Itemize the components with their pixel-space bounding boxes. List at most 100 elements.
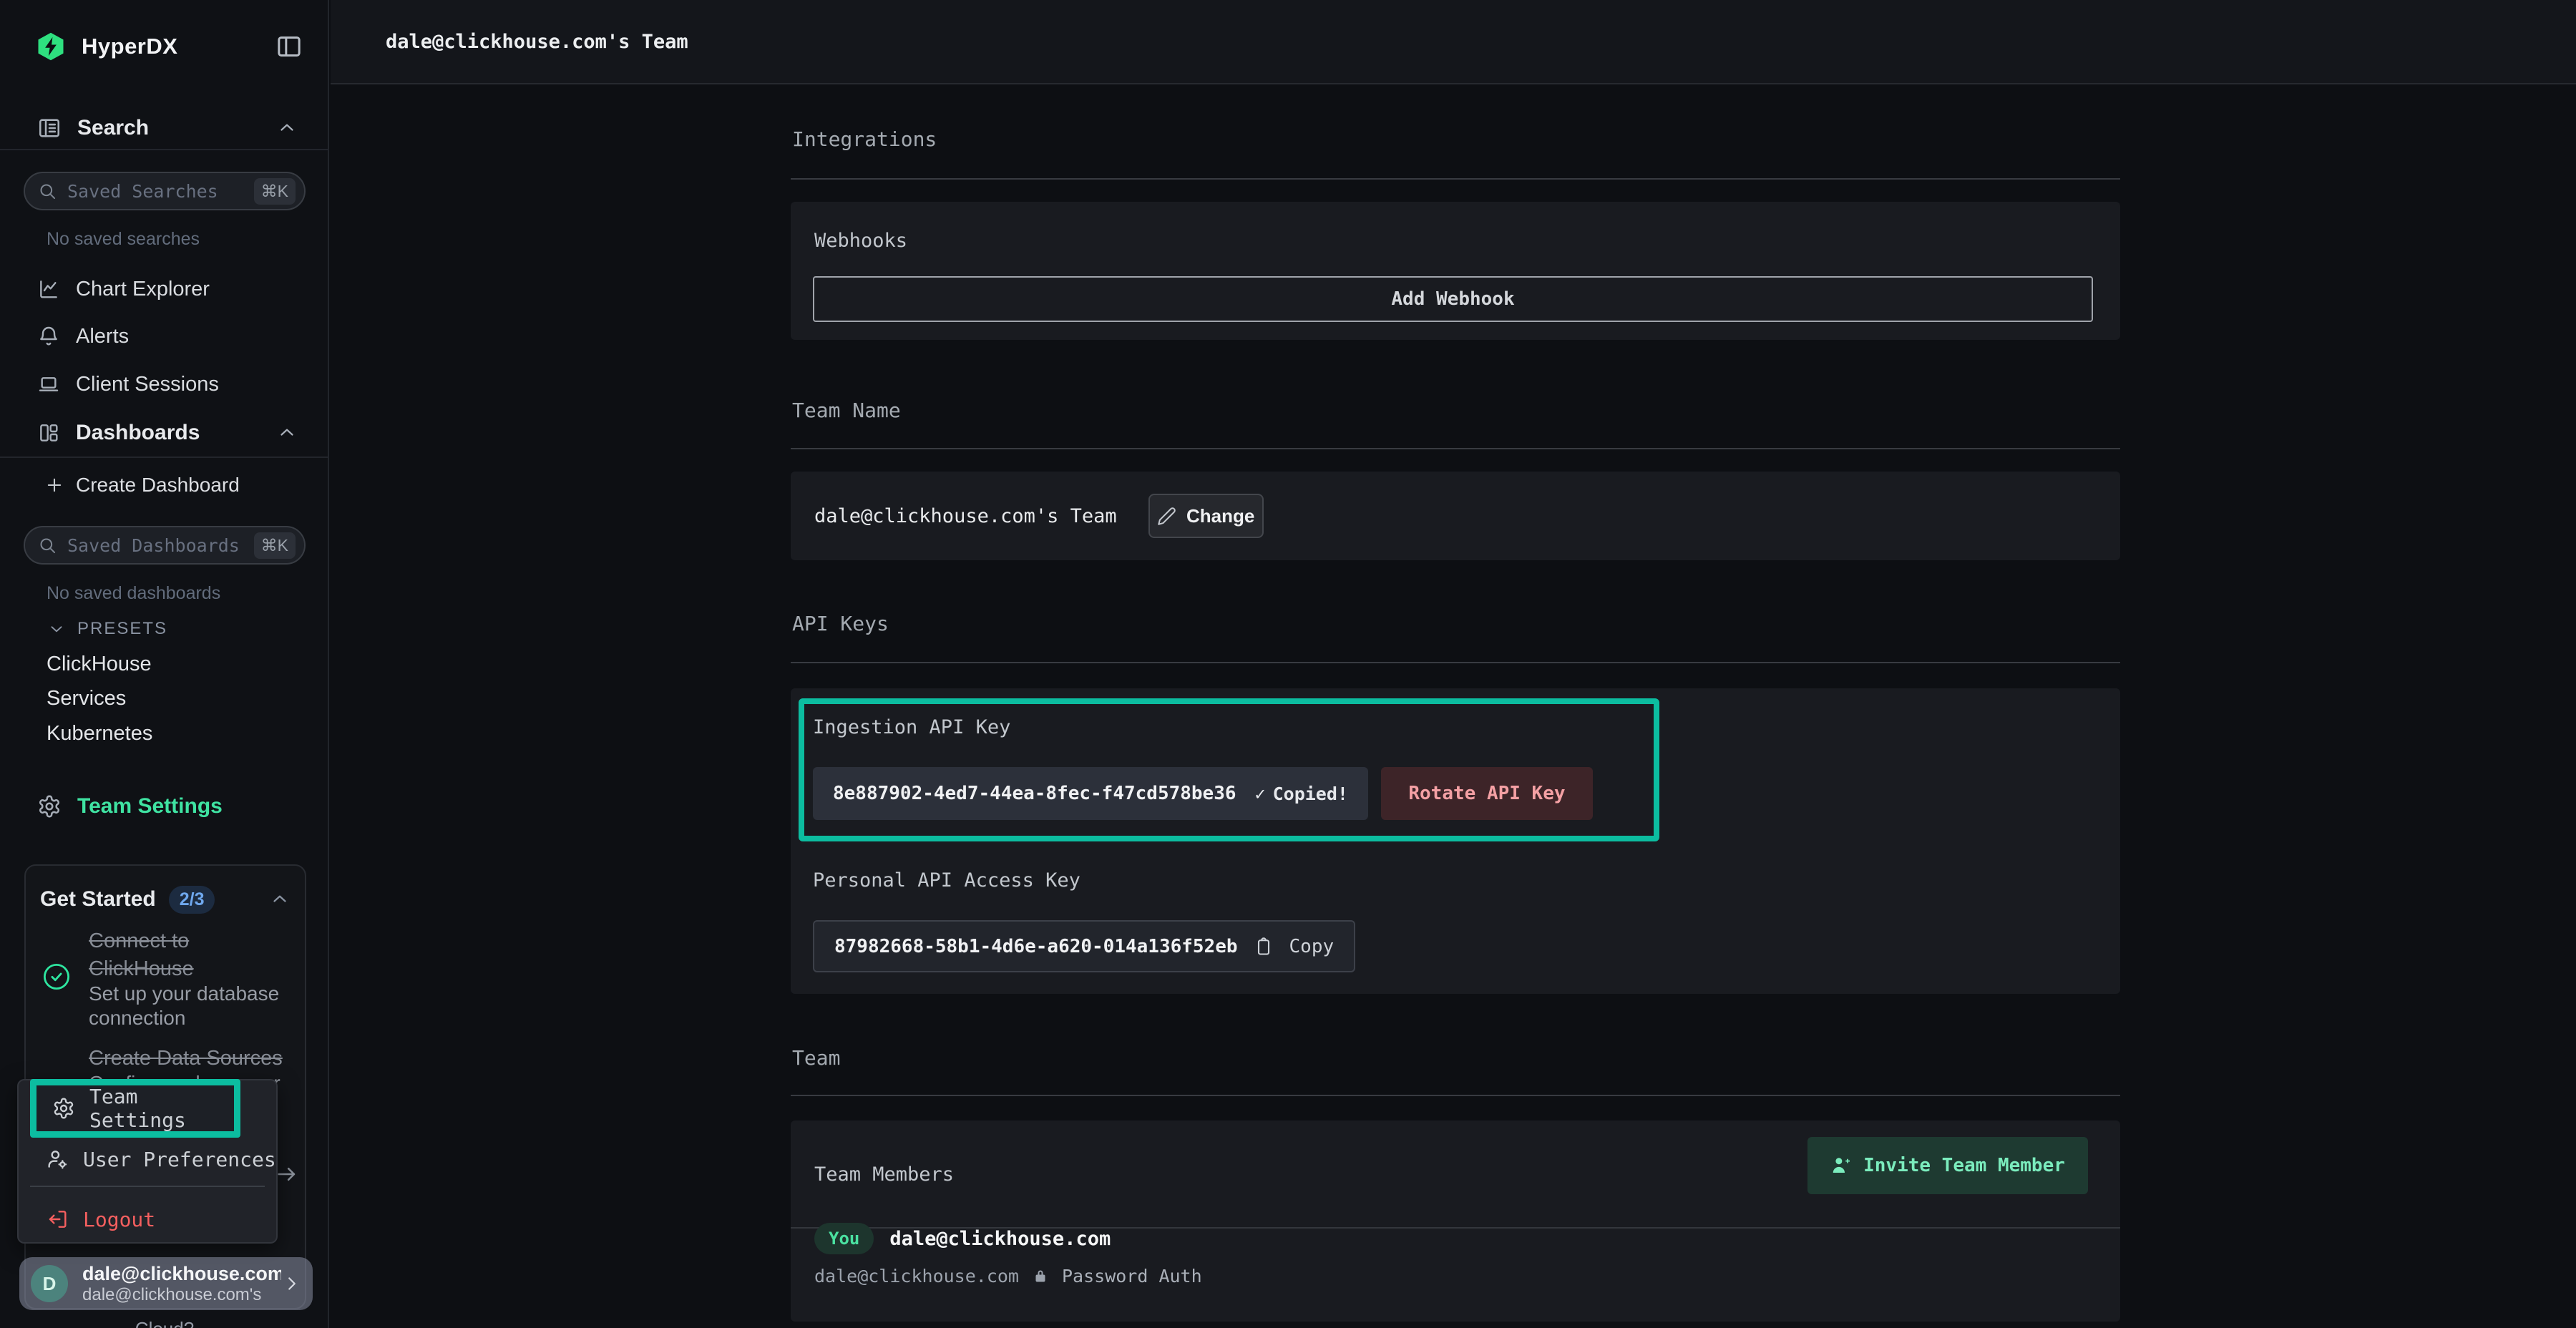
- shortcut-badge: ⌘K: [254, 178, 296, 205]
- page-header: dale@clickhouse.com's Team: [331, 0, 2576, 84]
- app-title: HyperDX: [82, 34, 275, 59]
- rotate-api-key-button[interactable]: Rotate API Key: [1381, 767, 1593, 820]
- get-started-header[interactable]: Get Started 2/3: [40, 883, 291, 916]
- gear-icon: [52, 1097, 75, 1120]
- change-team-name-button[interactable]: Change: [1148, 494, 1264, 538]
- add-webhook-button[interactable]: Add Webhook: [813, 276, 2093, 322]
- divider: [791, 178, 2120, 180]
- user-plus-icon: [1830, 1155, 1852, 1176]
- get-started-item-desc: Set up your database connection: [89, 982, 282, 1030]
- menu-item-label: Team Settings: [89, 1085, 227, 1132]
- presets-label: PRESETS: [77, 619, 167, 639]
- menu-divider: [30, 1186, 265, 1187]
- saved-dashboards-input[interactable]: Saved Dashboards ⌘K: [24, 526, 306, 565]
- sidebar-item-alerts[interactable]: Alerts: [0, 315, 329, 358]
- preset-item-clickhouse[interactable]: ClickHouse: [47, 653, 152, 676]
- sidebar-section-dashboards[interactable]: Dashboards: [0, 409, 329, 458]
- pencil-icon: [1157, 507, 1176, 526]
- copied-label: Copied!: [1273, 783, 1348, 804]
- dashboards-section-label: Dashboards: [76, 421, 276, 445]
- plus-icon: [44, 475, 64, 495]
- ingestion-key-label: Ingestion API Key: [813, 715, 1010, 741]
- user-gear-icon: [46, 1148, 69, 1171]
- preset-item-kubernetes[interactable]: Kubernetes: [47, 722, 152, 746]
- get-started-item-title[interactable]: Create Data Sources: [89, 1045, 325, 1073]
- saved-searches-placeholder: Saved Searches: [67, 181, 254, 202]
- personal-key-value: 87982668-58b1-4d6e-a620-014a136f52eb: [834, 936, 1238, 957]
- ingestion-key-chip[interactable]: 8e887902-4ed7-44ea-8fec-f47cd578be36 ✓ C…: [813, 767, 1368, 820]
- create-dashboard-button[interactable]: Create Dashboard: [44, 474, 240, 497]
- team-members-header: Team Members Invite Team Member: [791, 1120, 2120, 1229]
- logo-row: HyperDX: [0, 23, 329, 70]
- clipboard-icon: [1254, 937, 1274, 957]
- menu-item-label: User Preferences: [83, 1148, 276, 1171]
- webhooks-title: Webhooks: [814, 228, 907, 254]
- sidebar-item-label: Alerts: [76, 325, 129, 348]
- team-settings-label: Team Settings: [77, 794, 223, 819]
- sidebar-item-label: Chart Explorer: [76, 278, 210, 301]
- preset-item-services[interactable]: Services: [47, 687, 126, 711]
- clipped-footer-text: Cloud?: [0, 1318, 329, 1328]
- create-dashboard-label: Create Dashboard: [76, 474, 240, 497]
- api-keys-heading: API Keys: [792, 611, 889, 637]
- team-members-title: Team Members: [814, 1162, 954, 1188]
- account-button[interactable]: D dale@clickhouse.com dale@clickhouse.co…: [19, 1257, 313, 1310]
- member-name: dale@clickhouse.com: [889, 1228, 1111, 1250]
- team-heading: Team: [792, 1045, 840, 1071]
- search-icon: [38, 536, 57, 555]
- menu-item-team-settings[interactable]: Team Settings: [52, 1085, 227, 1132]
- account-menu-popup: Team Settings User Preferences: [17, 1079, 278, 1244]
- no-saved-dashboards-note: No saved dashboards: [47, 583, 220, 604]
- invite-button-label: Invite Team Member: [1863, 1155, 2065, 1176]
- member-email: dale@clickhouse.com: [814, 1266, 1019, 1286]
- arrow-right-icon: [275, 1162, 299, 1186]
- no-saved-searches-note: No saved searches: [47, 229, 200, 250]
- hyperdx-logo-icon: [36, 31, 66, 62]
- sidebar: HyperDX Search: [0, 0, 329, 1328]
- get-started-progress-badge: 2/3: [169, 886, 215, 914]
- check-circle-icon: [42, 962, 72, 992]
- team-member-details: dale@clickhouse.com Password Auth: [814, 1264, 1202, 1288]
- chevron-down-icon: [47, 620, 66, 638]
- chevron-up-icon: [269, 889, 291, 910]
- webhooks-card: Webhooks Add Webhook: [791, 202, 2120, 340]
- laptop-icon: [37, 373, 60, 396]
- dashboards-icon: [37, 421, 60, 444]
- invite-team-member-button[interactable]: Invite Team Member: [1807, 1137, 2088, 1194]
- annotation-box-ingestion-key: Ingestion API Key 8e887902-4ed7-44ea-8fe…: [799, 698, 1659, 841]
- sidebar-item-chart-explorer[interactable]: Chart Explorer: [0, 268, 329, 311]
- change-button-label: Change: [1186, 505, 1254, 527]
- team-member-row: You dale@clickhouse.com: [814, 1223, 1111, 1254]
- user-name: dale@clickhouse.com: [82, 1263, 281, 1285]
- annotation-box-team-settings: Team Settings: [30, 1079, 240, 1138]
- menu-item-user-preferences[interactable]: User Preferences: [46, 1142, 276, 1176]
- menu-item-label: Logout: [83, 1208, 155, 1231]
- sidebar-section-search[interactable]: Search: [0, 107, 329, 150]
- personal-key-chip[interactable]: 87982668-58b1-4d6e-a620-014a136f52eb Cop…: [813, 920, 1355, 972]
- chevron-up-icon: [276, 117, 298, 139]
- saved-searches-input[interactable]: Saved Searches ⌘K: [24, 172, 306, 210]
- search-section-label: Search: [77, 116, 276, 140]
- divider: [791, 448, 2120, 449]
- team-name-value: dale@clickhouse.com's Team: [814, 505, 1117, 527]
- saved-dashboards-placeholder: Saved Dashboards: [67, 535, 254, 556]
- shortcut-badge: ⌘K: [254, 532, 296, 559]
- copy-button-label: Copy: [1289, 936, 1335, 957]
- presets-toggle[interactable]: PRESETS: [47, 619, 167, 639]
- chart-explorer-icon: [37, 278, 60, 301]
- integrations-heading: Integrations: [792, 127, 937, 152]
- check-icon: ✓: [1255, 783, 1266, 804]
- ingestion-key-value: 8e887902-4ed7-44ea-8fec-f47cd578be36: [833, 783, 1236, 804]
- sidebar-item-client-sessions[interactable]: Client Sessions: [0, 363, 329, 406]
- gear-icon: [37, 794, 62, 819]
- get-started-title: Get Started: [40, 887, 156, 912]
- sidebar-item-label: Client Sessions: [76, 373, 219, 396]
- copied-status: ✓ Copied!: [1255, 783, 1348, 804]
- chevron-right-icon: [281, 1273, 303, 1294]
- collapse-sidebar-icon[interactable]: [275, 32, 303, 61]
- sidebar-item-team-settings[interactable]: Team Settings: [0, 785, 329, 828]
- auth-method-label: Password Auth: [1062, 1266, 1202, 1286]
- get-started-item-title[interactable]: Connect to ClickHouse: [89, 927, 268, 983]
- menu-item-logout[interactable]: Logout: [46, 1202, 155, 1236]
- search-icon: [38, 182, 57, 201]
